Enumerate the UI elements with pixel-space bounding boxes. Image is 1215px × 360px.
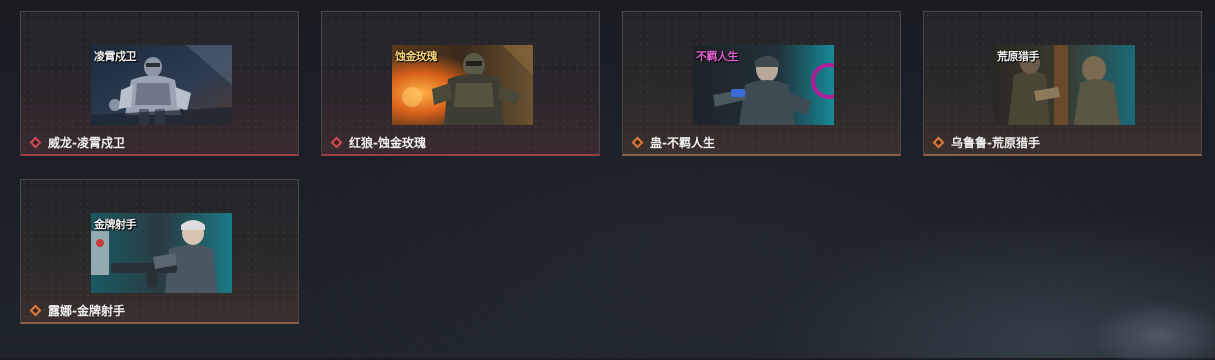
skin-name-label: 露娜-金牌射手 — [48, 303, 125, 318]
skin-card-honglang[interactable]: 蚀金玫瑰 红狼-蚀金玫瑰 — [321, 11, 600, 156]
skin-thumbnail-title: 蚀金玫瑰 — [395, 50, 438, 63]
skin-thumbnail: 金牌射手 — [91, 213, 232, 293]
skin-thumbnail-title: 不羁人生 — [696, 50, 739, 63]
skin-thumbnail-title: 凌霄戍卫 — [94, 50, 137, 63]
rarity-diamond-icon — [29, 136, 42, 148]
skin-thumbnail: 不羁人生 — [693, 45, 834, 125]
skin-thumbnail: 凌霄戍卫 — [91, 45, 232, 125]
skin-label-row: 乌鲁鲁-荒原猎手 — [932, 134, 1040, 150]
skin-thumbnail: 蚀金玫瑰 — [392, 45, 533, 125]
skin-label-row: 红狼-蚀金玫瑰 — [330, 134, 426, 150]
skin-card-wululu[interactable]: 荒原猎手 乌鲁鲁-荒原猎手 — [923, 11, 1202, 156]
skin-name-label: 蛊-不羁人生 — [650, 135, 715, 150]
skin-label-row: 露娜-金牌射手 — [29, 302, 125, 318]
skin-card-weilong[interactable]: 凌霄戍卫 威龙-凌霄戍卫 — [20, 11, 299, 156]
rarity-diamond-icon — [29, 304, 42, 316]
skin-label-row: 威龙-凌霄戍卫 — [29, 134, 125, 150]
skin-card-luna[interactable]: 金牌射手 露娜-金牌射手 — [20, 179, 299, 324]
rarity-diamond-icon — [330, 136, 343, 148]
background-glow — [1090, 300, 1215, 360]
skin-label-row: 蛊-不羁人生 — [631, 134, 715, 150]
skin-card-gu[interactable]: 不羁人生 蛊-不羁人生 — [622, 11, 901, 156]
skin-name-label: 威龙-凌霄戍卫 — [48, 135, 125, 150]
skin-thumbnail: 荒原猎手 — [994, 45, 1135, 125]
skin-thumbnail-title: 金牌射手 — [94, 218, 137, 231]
skin-name-label: 乌鲁鲁-荒原猎手 — [951, 135, 1040, 150]
skin-thumbnail-title: 荒原猎手 — [997, 50, 1040, 63]
rarity-diamond-icon — [631, 136, 644, 148]
skin-name-label: 红狼-蚀金玫瑰 — [349, 135, 426, 150]
rarity-diamond-icon — [932, 136, 945, 148]
